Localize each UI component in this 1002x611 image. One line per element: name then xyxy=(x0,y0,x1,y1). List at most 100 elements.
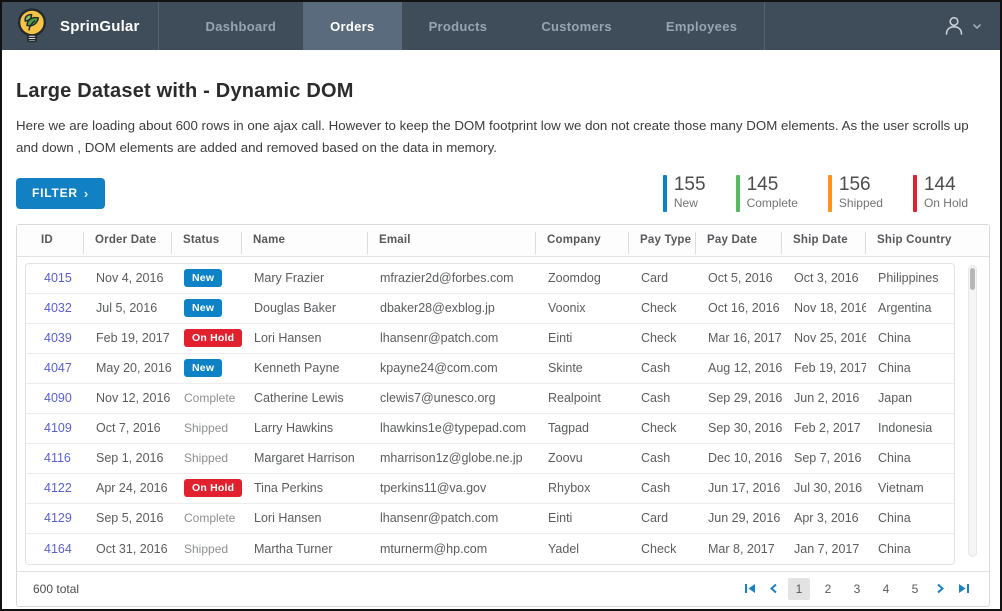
cell-ship-country: Indonesia xyxy=(866,421,954,435)
brand-logo-link[interactable]: SprinGular xyxy=(2,2,158,50)
order-id-link[interactable]: 4109 xyxy=(44,421,72,435)
main-content: Large Dataset with - Dynamic DOM Here we… xyxy=(2,50,1000,607)
stat-color-bar xyxy=(663,175,667,212)
user-menu-button[interactable] xyxy=(924,2,1000,50)
column-header-email: Email xyxy=(367,234,535,246)
cell-name: Larry Hawkins xyxy=(242,421,368,435)
prev-page-button[interactable] xyxy=(766,581,781,596)
cell-id: 4039 xyxy=(26,331,84,345)
page-description: Here we are loading about 600 rows in on… xyxy=(16,115,986,159)
table-row: 4164Oct 31, 2016ShippedMartha Turnermtur… xyxy=(26,534,954,564)
page-number-5[interactable]: 5 xyxy=(904,578,926,600)
cell-email: dbaker28@exblog.jp xyxy=(368,301,536,315)
cell-pay-type: Check xyxy=(629,301,696,315)
order-id-link[interactable]: 4164 xyxy=(44,542,72,556)
first-page-icon xyxy=(744,583,756,594)
cell-email: lhansenr@patch.com xyxy=(368,331,536,345)
grid-footer: 600 total 12345 xyxy=(17,571,989,606)
cell-order-date: Nov 4, 2016 xyxy=(84,271,172,285)
cell-ship-date: Feb 19, 2017 xyxy=(782,361,866,375)
stat-label: New xyxy=(674,196,706,210)
stat-color-bar xyxy=(913,175,917,212)
last-page-button[interactable] xyxy=(955,581,973,596)
vertical-scrollbar[interactable] xyxy=(968,265,977,557)
table-row: 4032Jul 5, 2016NewDouglas Bakerdbaker28@… xyxy=(26,294,954,324)
cell-name: Catherine Lewis xyxy=(242,391,368,405)
nav-item-customers[interactable]: Customers xyxy=(514,2,639,50)
cell-ship-date: Jul 30, 2016 xyxy=(782,481,866,495)
column-header-name: Name xyxy=(241,234,367,246)
cell-order-date: Oct 7, 2016 xyxy=(84,421,172,435)
status-text: Shipped xyxy=(184,542,228,556)
table-row: 4129Sep 5, 2016CompleteLori Hansenlhanse… xyxy=(26,504,954,534)
page-number-1[interactable]: 1 xyxy=(788,578,810,600)
cell-company: Zoovu xyxy=(536,451,629,465)
column-header-ship-country: Ship Country xyxy=(865,234,989,246)
filter-button[interactable]: FILTER › xyxy=(16,178,105,209)
cell-order-date: Oct 31, 2016 xyxy=(84,542,172,556)
cell-id: 4116 xyxy=(26,451,84,465)
cell-order-date: Apr 24, 2016 xyxy=(84,481,172,495)
status-text: Shipped xyxy=(184,421,228,435)
cell-pay-type: Check xyxy=(629,331,696,345)
cell-status: Shipped xyxy=(172,542,242,556)
nav-item-dashboard[interactable]: Dashboard xyxy=(179,2,304,50)
cell-pay-date: Mar 16, 2017 xyxy=(696,331,782,345)
table-row: 4015Nov 4, 2016NewMary Fraziermfrazier2d… xyxy=(26,264,954,294)
orders-grid: IDOrder DateStatusNameEmailCompanyPay Ty… xyxy=(16,224,990,607)
status-text: Complete xyxy=(184,391,235,405)
stat-value: 145 xyxy=(747,175,798,195)
order-id-link[interactable]: 4032 xyxy=(44,301,72,315)
cell-pay-type: Cash xyxy=(629,451,696,465)
table-row: 4116Sep 1, 2016ShippedMargaret Harrisonm… xyxy=(26,444,954,474)
cell-company: Voonix xyxy=(536,301,629,315)
page-number-4[interactable]: 4 xyxy=(875,578,897,600)
cell-order-date: Nov 12, 2016 xyxy=(84,391,172,405)
order-id-link[interactable]: 4039 xyxy=(44,331,72,345)
nav-item-employees[interactable]: Employees xyxy=(639,2,764,50)
nav-item-products[interactable]: Products xyxy=(402,2,515,50)
stat-color-bar xyxy=(736,175,740,212)
nav-divider xyxy=(158,2,159,50)
cell-order-date: Feb 19, 2017 xyxy=(84,331,172,345)
scrollbar-thumb[interactable] xyxy=(970,268,975,290)
cell-pay-date: Oct 5, 2016 xyxy=(696,271,782,285)
cell-ship-country: Vietnam xyxy=(866,481,954,495)
column-header-id: ID xyxy=(17,234,83,246)
cell-company: Realpoint xyxy=(536,391,629,405)
table-row: 4090Nov 12, 2016CompleteCatherine Lewisc… xyxy=(26,384,954,414)
cell-order-date: Jul 5, 2016 xyxy=(84,301,172,315)
order-id-link[interactable]: 4122 xyxy=(44,481,72,495)
cell-email: mturnerm@hp.com xyxy=(368,542,536,556)
cell-pay-type: Card xyxy=(629,511,696,525)
cell-name: Margaret Harrison xyxy=(242,451,368,465)
cell-id: 4032 xyxy=(26,301,84,315)
cell-status: New xyxy=(172,269,242,287)
order-id-link[interactable]: 4116 xyxy=(44,451,71,465)
stat-label: Shipped xyxy=(839,196,883,210)
first-page-button[interactable] xyxy=(741,581,759,596)
order-id-link[interactable]: 4015 xyxy=(44,271,72,285)
cell-pay-date: Dec 10, 2016 xyxy=(696,451,782,465)
cell-pay-date: Sep 29, 2016 xyxy=(696,391,782,405)
column-header-company: Company xyxy=(535,234,628,246)
nav-item-orders[interactable]: Orders xyxy=(303,2,401,50)
order-id-link[interactable]: 4129 xyxy=(44,511,72,525)
next-page-button[interactable] xyxy=(933,581,948,596)
cell-email: lhansenr@patch.com xyxy=(368,511,536,525)
cell-pay-type: Cash xyxy=(629,361,696,375)
cell-ship-date: Feb 2, 2017 xyxy=(782,421,866,435)
page-number-2[interactable]: 2 xyxy=(817,578,839,600)
cell-pay-date: Sep 30, 2016 xyxy=(696,421,782,435)
stat-text: 145Complete xyxy=(747,175,798,212)
cell-email: mharrison1z@globe.ne.jp xyxy=(368,451,536,465)
cell-status: Shipped xyxy=(172,451,242,465)
page-number-3[interactable]: 3 xyxy=(846,578,868,600)
cell-email: tperkins11@va.gov xyxy=(368,481,536,495)
order-id-link[interactable]: 4090 xyxy=(44,391,72,405)
cell-ship-country: China xyxy=(866,331,954,345)
cell-name: Lori Hansen xyxy=(242,331,368,345)
order-id-link[interactable]: 4047 xyxy=(44,361,72,375)
nav-items: DashboardOrdersProductsCustomersEmployee… xyxy=(179,2,765,50)
cell-company: Skinte xyxy=(536,361,629,375)
